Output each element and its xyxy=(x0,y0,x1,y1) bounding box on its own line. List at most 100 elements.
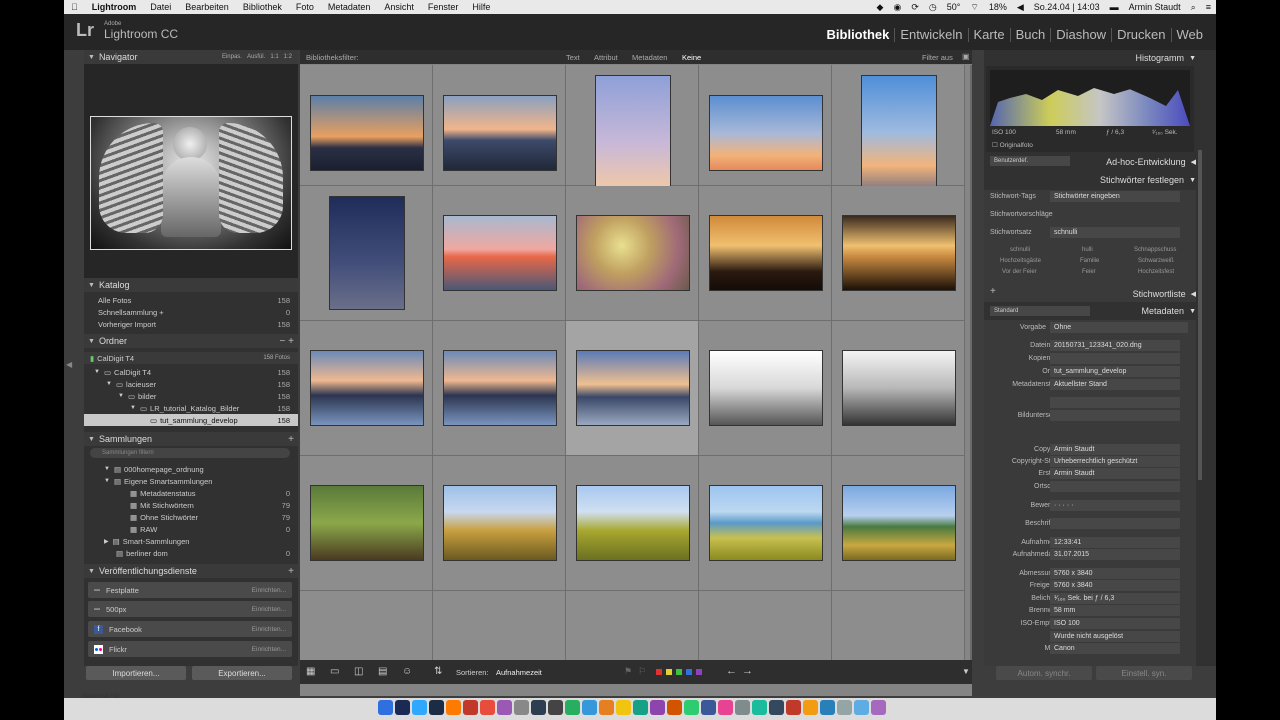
previous-arrow-icon[interactable]: ← xyxy=(726,665,737,677)
reject-flag-icon[interactable]: ⚐ xyxy=(638,666,646,677)
thumbnail[interactable] xyxy=(443,350,557,426)
dock-app-icon[interactable] xyxy=(871,700,886,715)
add-collection-icon[interactable]: + xyxy=(288,434,294,445)
grid-cell[interactable] xyxy=(566,456,699,591)
apple-menu-icon[interactable]:  xyxy=(64,2,85,12)
menu-bearbeiten[interactable]: Bearbeiten xyxy=(178,2,236,12)
grid-cell[interactable] xyxy=(300,65,433,186)
module-bibliothek[interactable]: Bibliothek xyxy=(822,28,895,42)
lock-icon[interactable]: ▣ xyxy=(962,52,970,61)
thumbnail[interactable] xyxy=(842,215,956,291)
folder-item[interactable]: ▼ ▭ bilder 158 xyxy=(84,390,298,402)
grid-cell[interactable] xyxy=(433,65,566,186)
grid-cell[interactable] xyxy=(832,591,965,661)
keyword-set-word[interactable]: Feier xyxy=(1082,269,1096,275)
left-panel-toggle-icon[interactable]: ◀ xyxy=(66,360,72,369)
datetime[interactable]: So.24.04 | 14:03 xyxy=(1029,2,1105,12)
collection-item[interactable]: ▦ Ohne Stichwörter 79 xyxy=(84,511,298,523)
dock-app-icon[interactable] xyxy=(582,700,597,715)
volume-icon[interactable]: ◀ xyxy=(1012,2,1029,13)
dock-app-icon[interactable] xyxy=(769,700,784,715)
battery-percent[interactable]: 18% xyxy=(984,2,1012,12)
thumbnail[interactable] xyxy=(709,485,823,561)
dock-app-icon[interactable] xyxy=(786,700,801,715)
label-red[interactable] xyxy=(656,669,662,675)
dock-app-icon[interactable] xyxy=(463,700,478,715)
filter-tab-text[interactable]: Text xyxy=(566,53,580,62)
grid-cell[interactable] xyxy=(300,456,433,591)
metadata-preset-select[interactable]: Ohne xyxy=(1054,324,1071,331)
expand-icon[interactable]: ▼ xyxy=(130,405,136,411)
filter-tab-metadata[interactable]: Metadaten xyxy=(632,53,667,62)
dock-app-icon[interactable] xyxy=(803,700,818,715)
dock-app-icon[interactable] xyxy=(514,700,529,715)
navigator-preview-image[interactable] xyxy=(90,116,292,250)
keyword-set-select[interactable]: schnulli xyxy=(1054,229,1077,236)
collection-item[interactable]: ▦ Mit Stichwörtern 79 xyxy=(84,499,298,511)
publish-setup-link[interactable]: Einrichten... xyxy=(252,646,286,653)
import-button[interactable]: Importieren... xyxy=(86,666,186,680)
filter-off-dropdown[interactable]: Filter aus xyxy=(922,53,953,62)
thumbnail[interactable] xyxy=(310,95,424,171)
grid-cell[interactable] xyxy=(699,65,832,186)
eye-icon[interactable]: ◉ xyxy=(888,2,906,13)
folder-item[interactable]: ▼ ▭ CalDigit T4 158 xyxy=(84,366,298,378)
grid-cell[interactable] xyxy=(566,65,699,189)
dock-app-icon[interactable] xyxy=(718,700,733,715)
dock-app-icon[interactable] xyxy=(752,700,767,715)
collections-filter-input[interactable]: Sammlungen filtern xyxy=(90,448,290,458)
menu-hilfe[interactable]: Hilfe xyxy=(465,2,497,12)
grid-cell[interactable] xyxy=(699,321,832,456)
next-arrow-icon[interactable]: → xyxy=(742,665,753,677)
metadata-header[interactable]: Metadaten ▼ xyxy=(984,304,1216,318)
grid-cell[interactable] xyxy=(300,591,433,661)
catalog-item[interactable]: Schnellsammlung + 0 xyxy=(84,306,298,318)
dock-app-icon[interactable] xyxy=(378,700,393,715)
add-publish-icon[interactable]: + xyxy=(288,566,294,577)
menu-foto[interactable]: Foto xyxy=(289,2,321,12)
compare-view-icon[interactable]: ◫ xyxy=(354,666,363,677)
sort-direction-icon[interactable]: ⇅ xyxy=(434,666,442,677)
people-view-icon[interactable]: ☺ xyxy=(402,666,412,677)
grid-cell[interactable] xyxy=(832,65,965,189)
dock-app-icon[interactable] xyxy=(854,700,869,715)
grid-cell[interactable] xyxy=(433,591,566,661)
grid-cell[interactable] xyxy=(433,456,566,591)
add-folder-icon[interactable]: − + xyxy=(280,336,294,347)
dock-app-icon[interactable] xyxy=(548,700,563,715)
publish-service[interactable]: Flickr Einrichten... xyxy=(88,641,292,657)
thumbnail[interactable] xyxy=(842,485,956,561)
module-diashow[interactable]: Diashow xyxy=(1050,28,1111,42)
thumbnail[interactable] xyxy=(709,350,823,426)
dock-app-icon[interactable] xyxy=(446,700,461,715)
dock-app-icon[interactable] xyxy=(837,700,852,715)
menu-metadaten[interactable]: Metadaten xyxy=(321,2,378,12)
thumbnail[interactable] xyxy=(842,350,956,426)
publish-setup-link[interactable]: Einrichten... xyxy=(252,606,286,613)
expand-icon[interactable]: ▼ xyxy=(104,466,110,472)
original-photo-checkbox[interactable]: ☐ Originalfoto xyxy=(992,141,1033,149)
menu-ansicht[interactable]: Ansicht xyxy=(377,2,421,12)
zoom-1-1[interactable]: 1:1 xyxy=(270,54,278,60)
collection-item[interactable]: ▼ ▤ Eigene Smartsammlungen xyxy=(84,475,298,487)
grid-cell[interactable] xyxy=(832,186,965,321)
grid-cell[interactable] xyxy=(433,321,566,456)
thumbnail[interactable] xyxy=(709,215,823,291)
quick-develop-header[interactable]: Ad-hoc-Entwicklung ◀ xyxy=(984,155,1216,169)
thumbnail[interactable] xyxy=(443,95,557,171)
collection-item[interactable]: ▦ RAW 0 xyxy=(84,523,298,535)
thumbnail[interactable] xyxy=(576,350,690,426)
folders-header[interactable]: ▼ Ordner − + xyxy=(84,334,298,348)
publish-setup-link[interactable]: Einrichten... xyxy=(252,587,286,594)
expand-icon[interactable]: ▶ xyxy=(104,538,109,545)
dock-app-icon[interactable] xyxy=(667,700,682,715)
publish-header[interactable]: ▼ Veröffentlichungsdienste + xyxy=(84,564,298,578)
dock-app-icon[interactable] xyxy=(616,700,631,715)
auto-sync-button[interactable]: Autom. synchr. xyxy=(996,666,1092,680)
grid-cell[interactable] xyxy=(832,456,965,591)
filter-tab-attribute[interactable]: Attribut xyxy=(594,53,618,62)
label-purple[interactable] xyxy=(696,669,702,675)
label-blue[interactable] xyxy=(686,669,692,675)
thumbnail[interactable] xyxy=(329,196,405,310)
collection-item[interactable]: ▼ ▤ 000homepage_ordnung xyxy=(84,463,298,475)
